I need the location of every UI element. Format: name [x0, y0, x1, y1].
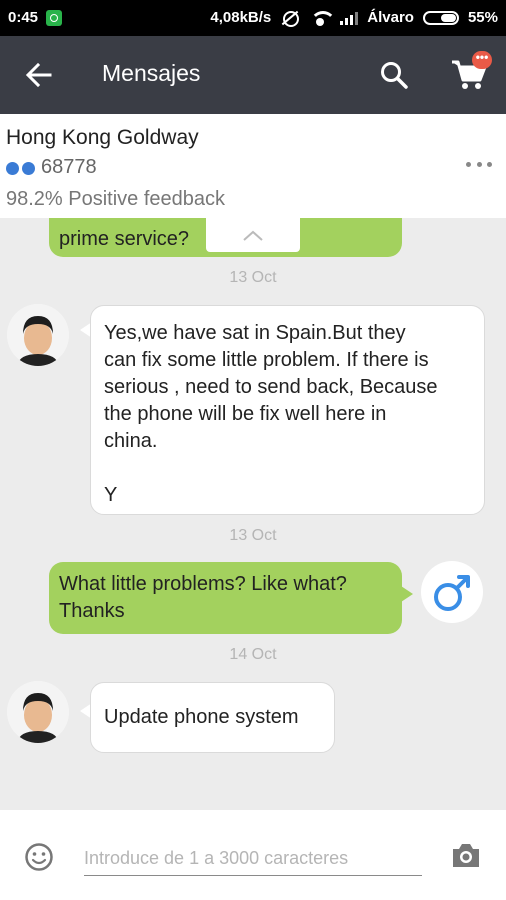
page-title: Mensajes	[102, 60, 201, 86]
carrier-name: Álvaro	[367, 9, 414, 26]
emoji-icon[interactable]	[24, 842, 54, 872]
collapse-history-button[interactable]	[206, 218, 300, 252]
battery-level: 55%	[467, 9, 498, 26]
signal-icon	[340, 11, 359, 25]
battery-icon	[422, 10, 459, 25]
app-header: Mensajes •••	[0, 36, 506, 114]
user-avatar[interactable]	[421, 561, 483, 623]
back-arrow-icon[interactable]	[24, 60, 54, 90]
network-speed: 4,08kB/s	[210, 9, 272, 26]
seller-name[interactable]: Hong Kong Goldway	[6, 126, 199, 150]
status-time: 0:45	[8, 9, 39, 26]
whatsapp-notification-icon	[46, 9, 63, 26]
bubble-tail	[401, 586, 413, 602]
seller-score-row: 68778	[6, 156, 97, 179]
message-input-bar	[0, 810, 506, 900]
status-bar: 0:45 4,08kB/s Álvaro 55%	[0, 0, 506, 36]
camera-icon[interactable]	[450, 840, 482, 870]
seller-medal-icon	[6, 160, 36, 176]
outgoing-message: What little problems? Like what? Thanks	[49, 562, 402, 634]
more-options-icon[interactable]	[466, 162, 492, 170]
seller-score: 68778	[41, 156, 97, 178]
alarm-off-icon	[280, 10, 300, 27]
seller-avatar-image	[7, 304, 69, 366]
date-separator: 13 Oct	[229, 269, 277, 286]
incoming-message: Yes,we have sat in Spain.But they can fi…	[90, 305, 485, 515]
wifi-icon	[309, 10, 337, 26]
date-separator: 14 Oct	[229, 646, 277, 663]
incoming-message: Update phone system	[90, 682, 335, 753]
seller-avatar[interactable]	[7, 304, 69, 366]
date-separator: 13 Oct	[229, 527, 277, 544]
chevron-up-icon	[243, 230, 263, 241]
search-icon[interactable]	[379, 60, 409, 90]
chat-area[interactable]: prime service? 13 Oct Yes,we have sat in…	[0, 218, 506, 810]
seller-avatar[interactable]	[7, 681, 69, 743]
seller-info-panel: Hong Kong Goldway 68778 98.2% Positive f…	[0, 114, 506, 218]
seller-avatar-image	[7, 681, 69, 743]
male-symbol-icon	[434, 575, 470, 611]
seller-feedback: 98.2% Positive feedback	[6, 188, 226, 210]
cart-notification-badge: •••	[472, 51, 492, 69]
message-input[interactable]	[84, 842, 422, 876]
